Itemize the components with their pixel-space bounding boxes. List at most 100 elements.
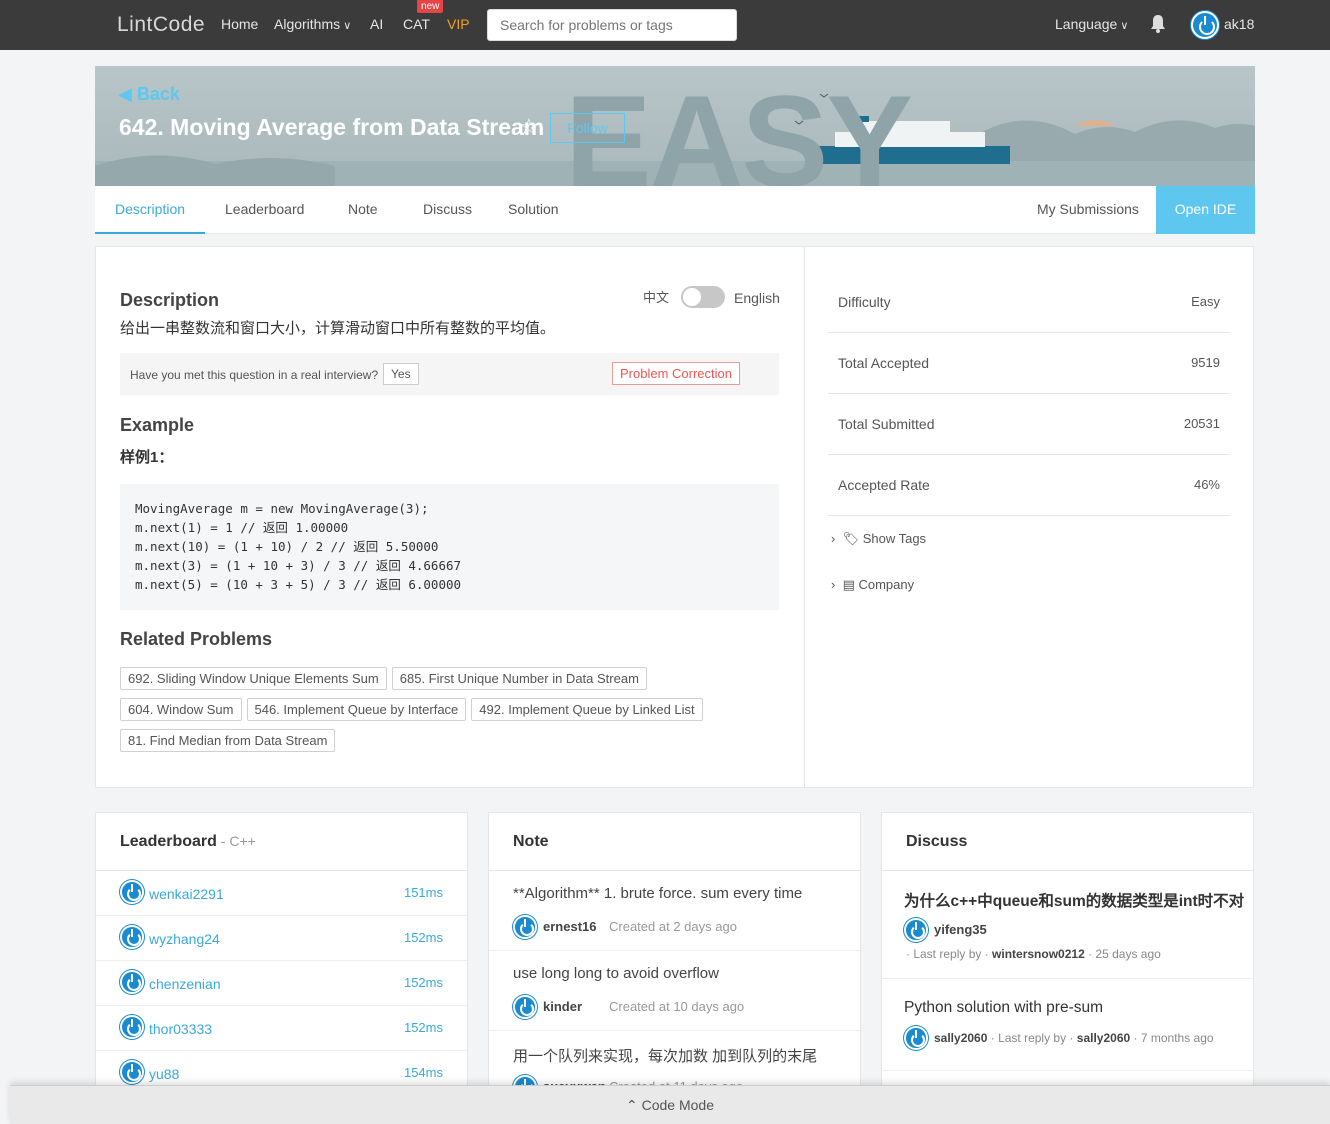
note-created: Created at 10 days ago — [609, 999, 745, 1014]
note-text[interactable]: **Algorithm** 1. brute force. sum every … — [513, 885, 843, 902]
card-header: Discuss — [882, 813, 1253, 871]
note-text[interactable]: 用一个队列来实现，每次加数 加到队列的末尾 — [513, 1045, 843, 1066]
leaderboard-time: 152ms — [403, 975, 443, 990]
discuss-topic[interactable]: 为什么c++中queue和sum的数据类型是int时不对 — [904, 889, 1249, 911]
last-reply-user[interactable]: sally2060 — [1077, 1031, 1130, 1045]
star-icon[interactable]: ☆ — [519, 114, 539, 140]
avatar — [904, 918, 928, 942]
tab-description[interactable]: Description — [95, 186, 205, 234]
chevron-down-icon: ∨ — [1117, 20, 1129, 32]
leaderboard-user[interactable]: yu88 — [149, 1066, 179, 1082]
nav-cat[interactable]: CAT — [403, 16, 430, 32]
code-mode-bar[interactable]: ⌃ Code Mode — [10, 1085, 1330, 1124]
example-code: MovingAverage m = new MovingAverage(3); … — [120, 484, 779, 610]
leaderboard-user[interactable]: wenkai2291 — [149, 886, 224, 902]
stat-value: 9519 — [1191, 355, 1220, 370]
company-toggle[interactable]: › ▤ Company — [831, 577, 914, 593]
chevron-up-icon: ⌃ — [625, 1097, 642, 1113]
note-text[interactable]: use long long to avoid overflow — [513, 965, 843, 982]
user-avatar[interactable] — [1191, 11, 1219, 39]
stat-label: Accepted Rate — [838, 477, 930, 493]
leaderboard-time: 152ms — [403, 1020, 443, 1035]
note-item: **Algorithm** 1. brute force. sum every … — [489, 871, 860, 951]
related-problem-chip[interactable]: 604. Window Sum — [120, 698, 242, 721]
tab-solution[interactable]: Solution — [508, 186, 559, 234]
leaderboard-time: 152ms — [403, 930, 443, 945]
leaderboard-lang: - C++ — [216, 833, 256, 849]
note-author[interactable]: ernest16 — [543, 919, 596, 934]
open-ide-button[interactable]: Open IDE — [1156, 186, 1255, 234]
stat-label: Difficulty — [838, 294, 891, 310]
leaderboard-row: chenzenian 152ms — [96, 961, 467, 1006]
note-item: use long long to avoid overflow kinder Cre… — [489, 951, 860, 1031]
back-arrow-icon: ◀ — [118, 84, 137, 104]
company-label: Company — [858, 577, 915, 592]
building-icon: ▤ — [842, 577, 855, 592]
yes-button[interactable]: Yes — [383, 363, 419, 385]
stats-list: Difficulty Easy Total Accepted 9519 Total … — [828, 272, 1230, 516]
logo[interactable]: LintCode — [117, 13, 205, 37]
stat-label: Total Submitted — [838, 416, 935, 432]
lang-en-label: English — [734, 290, 780, 306]
note-author[interactable]: kinder — [543, 999, 582, 1014]
card-header: Note — [489, 813, 860, 871]
problem-correction-button[interactable]: Problem Correction — [612, 362, 740, 385]
last-reply-prefix: · Last reply by · — [990, 1031, 1074, 1045]
language-menu[interactable]: Language ∨ — [1055, 16, 1128, 32]
note-card: Note **Algorithm** 1. brute force. sum e… — [488, 812, 861, 1102]
tab-discuss[interactable]: Discuss — [423, 186, 472, 234]
problem-title: 642. Moving Average from Data Stream — [119, 114, 545, 140]
stat-value: Easy — [1191, 294, 1220, 309]
last-reply-user[interactable]: wintersnow0212 — [992, 947, 1085, 961]
nav-algorithms[interactable]: Algorithms ∨ — [274, 16, 351, 32]
stat-value: 20531 — [1183, 416, 1220, 431]
language-label: Language — [1055, 16, 1118, 32]
related-problem-chip[interactable]: 692. Sliding Window Unique Elements Sum — [120, 667, 387, 690]
nav-vip[interactable]: VIP — [447, 16, 470, 32]
tab-note[interactable]: Note — [348, 186, 378, 234]
leaderboard-user[interactable]: wyzhang24 — [149, 931, 220, 947]
card-header: Leaderboard - C++ — [96, 813, 467, 871]
follow-button[interactable]: Follow — [550, 113, 625, 143]
username[interactable]: ak18 — [1224, 16, 1254, 32]
related-problem-chip[interactable]: 492. Implement Queue by Linked List — [471, 698, 703, 721]
leaderboard-user[interactable]: chenzenian — [149, 976, 221, 992]
stat-accepted-rate: Accepted Rate 46% — [828, 455, 1230, 516]
show-tags-label: Show Tags — [862, 531, 927, 546]
language-toggle[interactable] — [681, 286, 725, 308]
search-input[interactable] — [487, 9, 737, 41]
stat-total-accepted: Total Accepted 9519 — [828, 333, 1230, 394]
problem-panel: Description 中文 English 给出一串整数流和窗口大小，计算滑动… — [95, 246, 1254, 788]
show-tags-toggle[interactable]: › 🏷 Show Tags — [831, 531, 926, 547]
discuss-author[interactable]: sally2060 — [934, 1031, 987, 1045]
top-navbar: LintCode Home Algorithms ∨ AI CAT new VI… — [0, 0, 1330, 50]
problem-banner: EASY ◀ Back 642. Moving Average from Dat… — [95, 66, 1255, 186]
related-problem-chip[interactable]: 81. Find Median from Data Stream — [120, 729, 336, 752]
discuss-item: Python solution with pre-sum sally2060 ·… — [882, 979, 1253, 1071]
interview-question: Have you met this question in a real int… — [130, 368, 379, 382]
discuss-item: 为什么c++中queue和sum的数据类型是int时不对 yifeng35 · … — [882, 871, 1253, 979]
nav-home[interactable]: Home — [221, 16, 258, 32]
chevron-down-icon: ∨ — [340, 20, 352, 32]
stat-value: 46% — [1193, 477, 1220, 492]
discuss-title: Discuss — [906, 833, 968, 850]
discuss-author[interactable]: yifeng35 — [934, 922, 987, 937]
description-text: 给出一串整数流和窗口大小，计算滑动窗口中所有整数的平均值。 — [120, 320, 556, 337]
discuss-meta: · Last reply by · wintersnow0212 · 25 da… — [906, 947, 1161, 961]
avatar — [120, 880, 144, 904]
back-link[interactable]: ◀ Back — [118, 84, 180, 105]
leaderboard-user[interactable]: thor03333 — [149, 1021, 212, 1037]
lang-cn-label: 中文 — [643, 290, 670, 305]
tab-leaderboard[interactable]: Leaderboard — [225, 186, 304, 234]
related-problem-chip[interactable]: 546. Implement Queue by Interface — [246, 698, 467, 721]
related-problems: 692. Sliding Window Unique Elements Sum 6… — [120, 667, 780, 760]
related-problem-chip[interactable]: 685. First Unique Number in Data Stream — [391, 667, 647, 690]
tab-my-submissions[interactable]: My Submissions — [1037, 186, 1139, 234]
code-mode-label: Code Mode — [641, 1097, 714, 1113]
avatar — [513, 995, 537, 1019]
avatar — [120, 925, 144, 949]
discuss-topic[interactable]: Python solution with pre-sum — [904, 999, 1249, 1017]
nav-ai[interactable]: AI — [370, 16, 383, 32]
discuss-meta: sally2060 · Last reply by · sally2060 · … — [934, 1031, 1214, 1045]
bell-icon[interactable] — [1149, 14, 1167, 34]
